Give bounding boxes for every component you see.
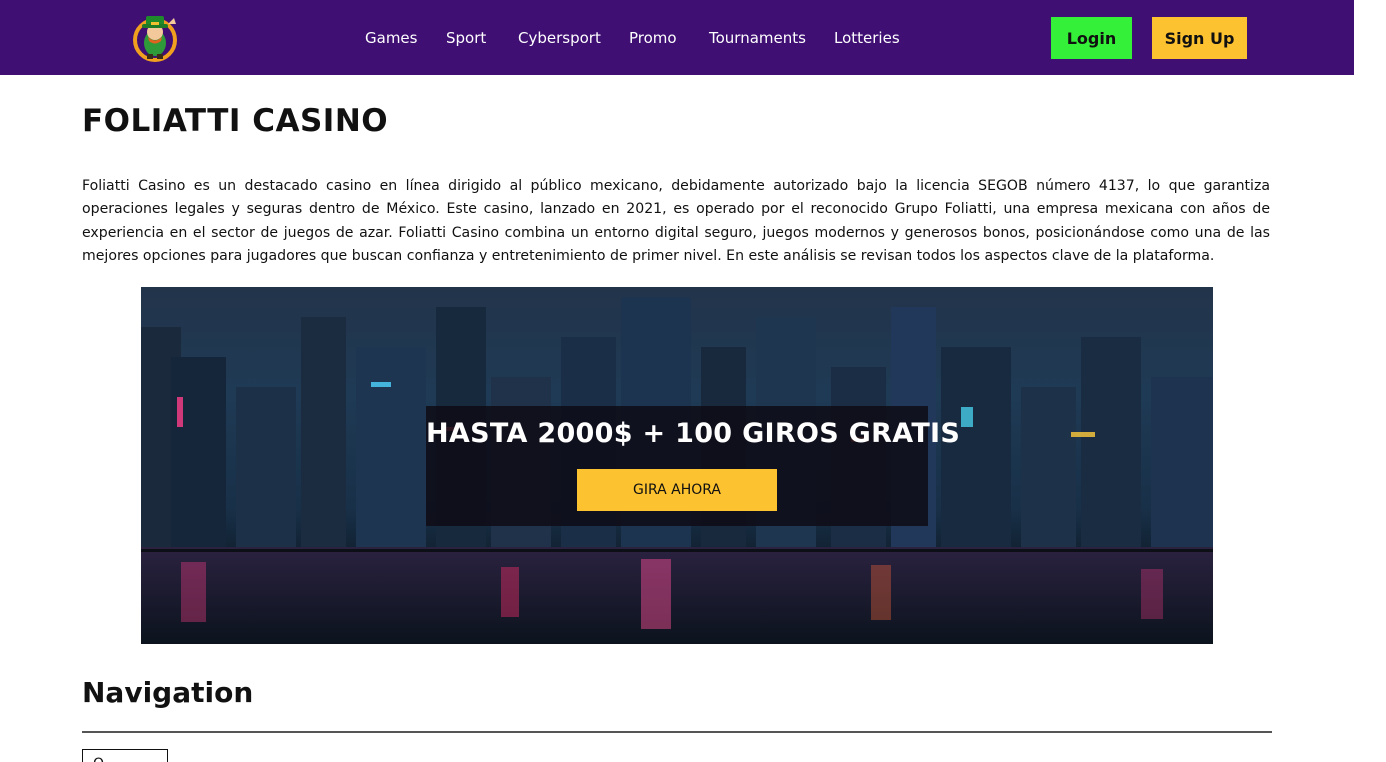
spin-now-button[interactable]: GIRA AHORA xyxy=(577,469,777,511)
top-header: Games Sport Cybersport Promo Tournaments… xyxy=(0,0,1354,75)
section-divider xyxy=(82,731,1272,733)
promo-banner: HASTA 2000$ + 100 GIROS GRATIS GIRA AHOR… xyxy=(141,287,1213,644)
signup-button[interactable]: Sign Up xyxy=(1152,17,1247,59)
nav-lotteries[interactable]: Lotteries xyxy=(834,29,900,47)
nav-tournaments[interactable]: Tournaments xyxy=(709,29,806,47)
nav-cybersport[interactable]: Cybersport xyxy=(518,29,601,47)
intro-paragraph: Foliatti Casino es un destacado casino e… xyxy=(82,178,1270,264)
promo-headline: HASTA 2000$ + 100 GIROS GRATIS xyxy=(426,418,961,449)
navigation-heading: Navigation xyxy=(82,676,254,709)
page-title: FOLIATTI CASINO xyxy=(82,103,389,139)
main-nav: Games Sport Cybersport Promo Tournaments… xyxy=(0,0,1354,75)
nav-promo[interactable]: Promo xyxy=(629,29,677,47)
promo-overlay: HASTA 2000$ + 100 GIROS GRATIS GIRA AHOR… xyxy=(426,406,961,526)
login-button[interactable]: Login xyxy=(1051,17,1132,59)
navigation-toggle[interactable]: O xyxy=(82,749,168,762)
nav-games[interactable]: Games xyxy=(365,29,417,47)
nav-sport[interactable]: Sport xyxy=(446,29,486,47)
navigation-toggle-label: O xyxy=(93,756,104,762)
